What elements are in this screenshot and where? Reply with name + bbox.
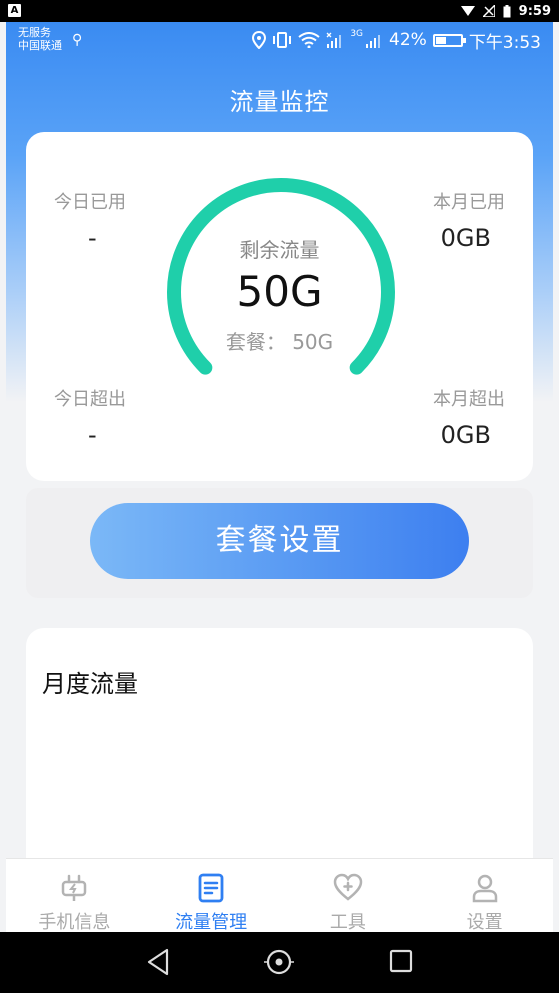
- nav-item-tools[interactable]: 工具: [280, 859, 417, 933]
- phone-status-bar: 3G 42% 下午3:53: [252, 28, 541, 53]
- month-over-value: 0GB: [440, 421, 491, 449]
- signal-strength-icon: [366, 35, 381, 48]
- gauge-title: 剩余流量: [239, 238, 320, 262]
- bottom-nav: 手机信息 流量管理 工具 设置: [6, 858, 553, 933]
- status-time: 下午3:53: [468, 32, 541, 53]
- nav-label: 流量管理: [175, 912, 248, 933]
- system-time: 9:59: [518, 3, 551, 19]
- carrier-info: 无服务 中国联通: [18, 26, 62, 52]
- nav-item-settings[interactable]: 设置: [416, 859, 553, 933]
- month-over-label: 本月超出: [433, 389, 505, 410]
- month-used-label: 本月已用: [433, 192, 505, 213]
- notification-badge: A: [8, 4, 21, 17]
- nav-item-phone-info[interactable]: 手机信息: [6, 859, 143, 933]
- nav-label: 设置: [466, 912, 503, 933]
- battery-percent: 42%: [389, 30, 427, 50]
- battery-icon: [432, 33, 466, 47]
- document-icon: [198, 873, 224, 903]
- wifi-signal-icon: [460, 6, 475, 16]
- wifi-icon: [298, 32, 320, 48]
- today-over-label: 今日超出: [54, 389, 126, 410]
- system-status-bar: A 9:59: [0, 0, 559, 22]
- nav-label: 工具: [329, 912, 366, 933]
- person-icon: [472, 874, 497, 903]
- location-icon: [252, 31, 267, 49]
- battery-fill: [435, 36, 446, 44]
- today-over-value: -: [88, 421, 97, 449]
- network-type: 3G: [350, 29, 364, 39]
- heart-plus-icon: [333, 873, 363, 901]
- recent-apps-icon[interactable]: [389, 948, 413, 974]
- vibrate-icon: [273, 32, 292, 48]
- today-used-label: 今日已用: [54, 192, 126, 213]
- page-title: 流量监控: [229, 88, 330, 116]
- android-nav-bar: [0, 932, 559, 993]
- package-settings-button[interactable]: 套餐设置: [90, 503, 469, 579]
- carrier-status: 无服务: [18, 26, 51, 39]
- usb-icon: ⚲: [72, 32, 83, 48]
- app-screen: A 9:59 无服务 中国联通 ⚲ 3G 42% 下午3:53 流量监控 今日已…: [0, 0, 559, 993]
- stats-card: 今日已用 - 本月已用 0GB 今日超出 - 本月超出 0GB 剩余流量 50G…: [26, 132, 533, 481]
- signal-x-icon: [326, 32, 342, 48]
- nav-item-traffic-management[interactable]: 流量管理: [143, 859, 280, 933]
- carrier-name: 中国联通: [18, 39, 62, 52]
- no-signal-icon: [482, 5, 495, 17]
- gauge-plan: 套餐： 50G: [225, 330, 334, 354]
- back-icon[interactable]: [146, 948, 170, 976]
- nav-label: 手机信息: [38, 912, 111, 933]
- home-icon[interactable]: [262, 946, 296, 978]
- gauge-value: 50G: [236, 267, 323, 316]
- monthly-traffic-title: 月度流量: [42, 670, 138, 698]
- battery-icon: [503, 4, 511, 17]
- monthly-traffic-card: 月度流量: [26, 628, 533, 868]
- plug-icon: [62, 874, 87, 901]
